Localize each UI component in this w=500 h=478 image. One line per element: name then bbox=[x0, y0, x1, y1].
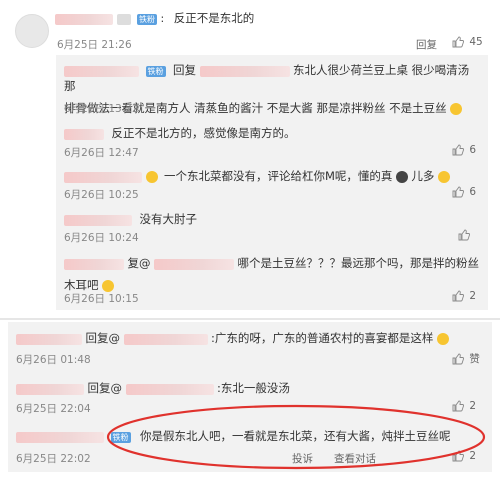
comment-text: :东北一般没汤 bbox=[217, 381, 290, 395]
laughing-emoji-icon bbox=[450, 103, 463, 115]
username-blurred[interactable] bbox=[64, 258, 124, 270]
reply-line-1: 复@ 哪个是土豆丝？？？最远那个吗，那是拌的粉丝 bbox=[64, 255, 484, 271]
thumbs-up-icon bbox=[452, 353, 464, 365]
like-count: 45 bbox=[469, 36, 483, 48]
mention-blurred[interactable] bbox=[199, 65, 290, 77]
reply-item: 没有大肘子 bbox=[64, 211, 197, 227]
reply-date: 6月26日 13:22 bbox=[64, 103, 139, 115]
fan-badge: 铁粉 bbox=[145, 65, 166, 77]
mention-blurred[interactable] bbox=[125, 383, 214, 395]
smile-emoji-icon bbox=[437, 171, 450, 183]
thumbs-up-icon bbox=[452, 36, 464, 48]
comment-date: 6月25日 22:04 bbox=[16, 403, 91, 415]
username-blurred-2 bbox=[116, 13, 131, 25]
username-blurred[interactable] bbox=[16, 383, 84, 395]
thumbs-up-icon bbox=[452, 290, 464, 302]
mention-blurred[interactable] bbox=[154, 258, 234, 270]
comment-item: 回复@ :广东的呀，广东的普通农村的喜宴都是这样 bbox=[16, 330, 449, 346]
like-label: 赞 bbox=[469, 353, 480, 365]
like-count: 6 bbox=[469, 186, 477, 198]
username-blurred[interactable] bbox=[64, 171, 142, 183]
like-button[interactable]: 6 bbox=[452, 186, 476, 198]
like-button[interactable]: 6 bbox=[452, 144, 476, 156]
reply-date: 6月26日 12:47 bbox=[64, 147, 139, 159]
reply-word: 回复@ bbox=[87, 381, 123, 395]
like-button[interactable]: 2 bbox=[452, 290, 476, 302]
thumbs-up-icon bbox=[452, 186, 464, 198]
thumbs-up-icon bbox=[452, 144, 464, 156]
comment-panel-top: 铁粉 : 反正不是东北的 6月25日 21:26 回复 45 铁粉 回复 东北人… bbox=[0, 0, 500, 318]
sunglasses-emoji-icon bbox=[145, 171, 158, 183]
comment-text: 反正不是东北的 bbox=[173, 11, 255, 25]
reply-date: 6月26日 10:24 bbox=[64, 232, 139, 244]
comment-date: 6月26日 01:48 bbox=[16, 354, 91, 366]
like-count: 2 bbox=[469, 290, 477, 302]
reply-text: 反正不是北方的，感觉像是南方的。 bbox=[111, 126, 296, 140]
reply-text-a: 哪个是土豆丝？？？最远那个吗，那是拌的粉丝 bbox=[237, 256, 480, 270]
reply-word: 回复 bbox=[173, 63, 196, 77]
reply-item: 反正不是北方的，感觉像是南方的。 bbox=[64, 125, 296, 141]
comment-date: 6月25日 22:02 bbox=[16, 453, 91, 465]
reply-item: 一个东北菜都没有，评论给杠你M呢，懂的真 儿多 bbox=[64, 168, 450, 184]
reply-text-b: 木耳吧 bbox=[64, 278, 99, 292]
panel-divider bbox=[0, 318, 500, 320]
comment-date: 6月25日 21:26 bbox=[57, 39, 132, 51]
like-button[interactable] bbox=[458, 229, 470, 241]
thumbs-up-icon bbox=[458, 229, 470, 241]
username-blurred[interactable] bbox=[64, 214, 132, 226]
like-button[interactable]: 赞 bbox=[452, 351, 480, 366]
reply-text-end: 儿多 bbox=[411, 169, 435, 183]
reply-text: 一个东北菜都没有，评论给杠你M呢，懂的真 bbox=[164, 169, 393, 183]
reply-text: 没有大肘子 bbox=[139, 212, 198, 226]
mention-blurred[interactable] bbox=[123, 333, 208, 345]
emoji-icon bbox=[395, 171, 408, 183]
fan-badge: 铁粉 bbox=[137, 13, 157, 25]
username-blurred[interactable] bbox=[64, 128, 104, 140]
comment-item: 回复@ :东北一般没汤 bbox=[16, 380, 290, 396]
username-blurred[interactable] bbox=[16, 431, 104, 443]
highlight-circle bbox=[106, 404, 486, 470]
comment-header: 铁粉 : 反正不是东北的 bbox=[55, 10, 254, 26]
reply-word: 回复@ bbox=[85, 331, 121, 345]
colon: : bbox=[160, 12, 165, 25]
reply-date: 6月26日 10:25 bbox=[64, 189, 139, 201]
reply-line-1: 铁粉 回复 东北人很少荷兰豆上桌 很少喝清汤 那 bbox=[64, 62, 484, 94]
like-button[interactable]: 45 bbox=[452, 36, 483, 48]
like-count: 6 bbox=[469, 144, 477, 156]
smile-emoji-icon bbox=[436, 333, 449, 345]
username-blurred[interactable] bbox=[64, 65, 139, 77]
reply-word: 复@ bbox=[127, 256, 151, 270]
reply-item: 复@ 哪个是土豆丝？？？最远那个吗，那是拌的粉丝 木耳吧 bbox=[64, 255, 484, 293]
username-blurred[interactable] bbox=[55, 13, 113, 25]
comment-text: :广东的呀，广东的普通农村的喜宴都是这样 bbox=[211, 331, 434, 345]
reply-date: 6月26日 10:15 bbox=[64, 293, 139, 305]
username-blurred[interactable] bbox=[16, 333, 82, 345]
reply-button[interactable]: 回复 bbox=[416, 37, 437, 52]
avatar[interactable] bbox=[15, 14, 49, 48]
